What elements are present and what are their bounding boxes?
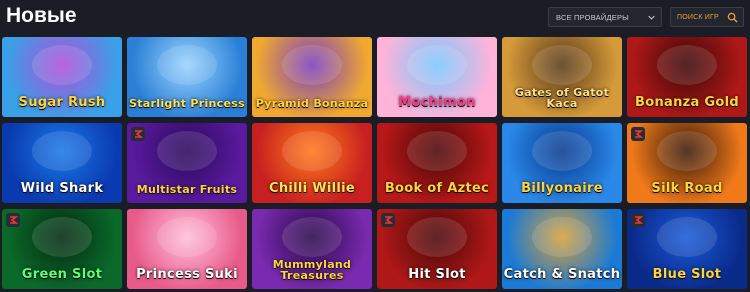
game-title: Sugar Rush	[18, 95, 106, 110]
provider-select[interactable]: ВСЕ ПРОВАЙДЕРЫ	[548, 7, 662, 27]
thumbnail-glow	[157, 217, 217, 257]
thumbnail-glow	[32, 131, 92, 171]
game-title: Gates of Gatot Kaca	[514, 86, 610, 110]
provider-badge-icon	[131, 127, 145, 141]
game-tile[interactable]: Starlight Princess	[127, 37, 247, 117]
game-title: Starlight Princess	[129, 97, 245, 110]
game-tile[interactable]: Hit Slot	[377, 209, 497, 289]
game-tile[interactable]: Bonanza Gold	[627, 37, 747, 117]
game-title: Princess Suki	[136, 267, 238, 282]
game-title: Wild Shark	[20, 181, 104, 196]
game-title: Pyramid Bonanza	[255, 97, 369, 110]
game-tile[interactable]: Mummyland Treasures	[252, 209, 372, 289]
game-tile[interactable]: Green Slot	[2, 209, 122, 289]
thumbnail-glow	[407, 45, 467, 85]
provider-select-value: ВСЕ ПРОВАЙДЕРЫ	[556, 12, 629, 22]
game-tile[interactable]: Chilli Willie	[252, 123, 372, 203]
games-grid: Sugar Rush Starlight Princess Pyramid Bona…	[2, 37, 748, 292]
search-input[interactable]	[677, 13, 729, 21]
game-tile[interactable]: Book of Aztec	[377, 123, 497, 203]
chevron-down-icon	[648, 15, 655, 20]
thumbnail-glow	[157, 45, 217, 85]
game-title: Mochimon	[398, 95, 476, 110]
game-title: Catch & Snatch	[503, 267, 621, 282]
game-tile[interactable]: Sugar Rush	[2, 37, 122, 117]
thumbnail-glow	[407, 217, 467, 257]
thumbnail-glow	[32, 217, 92, 257]
game-title: Chilli Willie	[268, 181, 356, 196]
game-tile[interactable]: Billyonaire	[502, 123, 622, 203]
provider-badge-icon	[6, 213, 20, 227]
page-header: Новые ВСЕ ПРОВАЙДЕРЫ	[0, 0, 750, 34]
game-title: Green Slot	[21, 267, 103, 282]
provider-badge-icon	[631, 213, 645, 227]
thumbnail-glow	[32, 45, 92, 85]
page-title: Новые	[6, 4, 77, 27]
game-tile[interactable]: Catch & Snatch	[502, 209, 622, 289]
game-title: Hit Slot	[408, 267, 466, 282]
game-title: Bonanza Gold	[635, 95, 739, 110]
game-title: Multistar Fruits	[136, 183, 238, 196]
provider-badge-icon	[631, 127, 645, 141]
game-tile[interactable]: Silk Road	[627, 123, 747, 203]
thumbnail-glow	[282, 131, 342, 171]
game-tile[interactable]: Mochimon	[377, 37, 497, 117]
search-icon[interactable]	[727, 12, 738, 23]
game-tile[interactable]: Blue Slot	[627, 209, 747, 289]
game-tile[interactable]: Princess Suki	[127, 209, 247, 289]
game-tile[interactable]: Gates of Gatot Kaca	[502, 37, 622, 117]
thumbnail-glow	[407, 131, 467, 171]
thumbnail-glow	[532, 217, 592, 257]
game-tile[interactable]: Multistar Fruits	[127, 123, 247, 203]
game-title: Mummyland Treasures	[272, 258, 352, 282]
game-tile[interactable]: Wild Shark	[2, 123, 122, 203]
game-title: Blue Slot	[652, 267, 722, 282]
thumbnail-glow	[532, 45, 592, 85]
provider-badge-icon	[381, 213, 395, 227]
game-title: Book of Aztec	[384, 181, 490, 196]
game-title: Billyonaire	[521, 181, 603, 196]
thumbnail-glow	[282, 217, 342, 257]
thumbnail-glow	[157, 131, 217, 171]
thumbnail-glow	[657, 45, 717, 85]
thumbnail-glow	[532, 131, 592, 171]
thumbnail-glow	[657, 217, 717, 257]
game-title: Silk Road	[651, 181, 723, 196]
game-tile[interactable]: Pyramid Bonanza	[252, 37, 372, 117]
search-box[interactable]	[670, 7, 744, 27]
thumbnail-glow	[657, 131, 717, 171]
thumbnail-glow	[282, 45, 342, 85]
